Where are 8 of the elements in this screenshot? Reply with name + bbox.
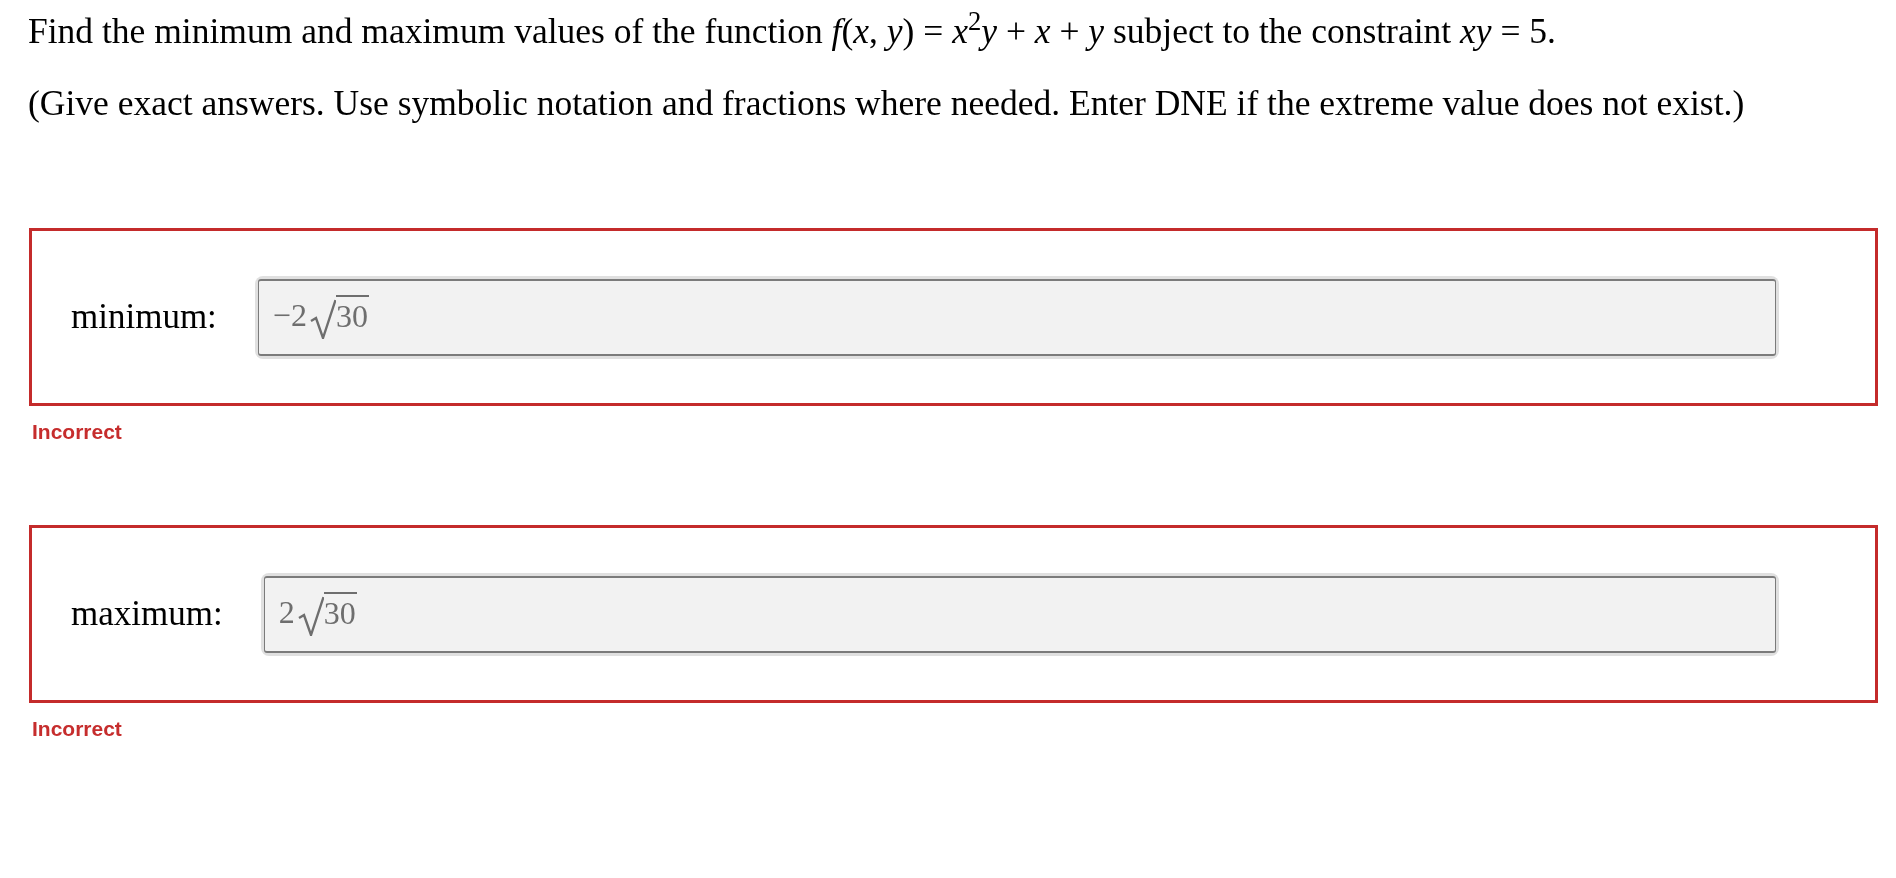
instructions-text: (Give exact answers. Use symbolic notation and fractions where needed. Enter DNE if the extreme value does not exist.): [28, 82, 1746, 124]
field-label: maximum:: [71, 593, 223, 635]
radical-sign-icon: [309, 299, 336, 339]
question-text: Find the minimum and maximum values of the function f(x, y) = x$^{2}$y + x + y subject to the constraint xy = 5.: [28, 10, 1557, 52]
feedback-text: Incorrect: [32, 716, 122, 741]
field-label: minimum:: [71, 296, 217, 338]
radical-sign-icon: [297, 596, 324, 636]
feedback-text: Incorrect: [32, 419, 122, 444]
